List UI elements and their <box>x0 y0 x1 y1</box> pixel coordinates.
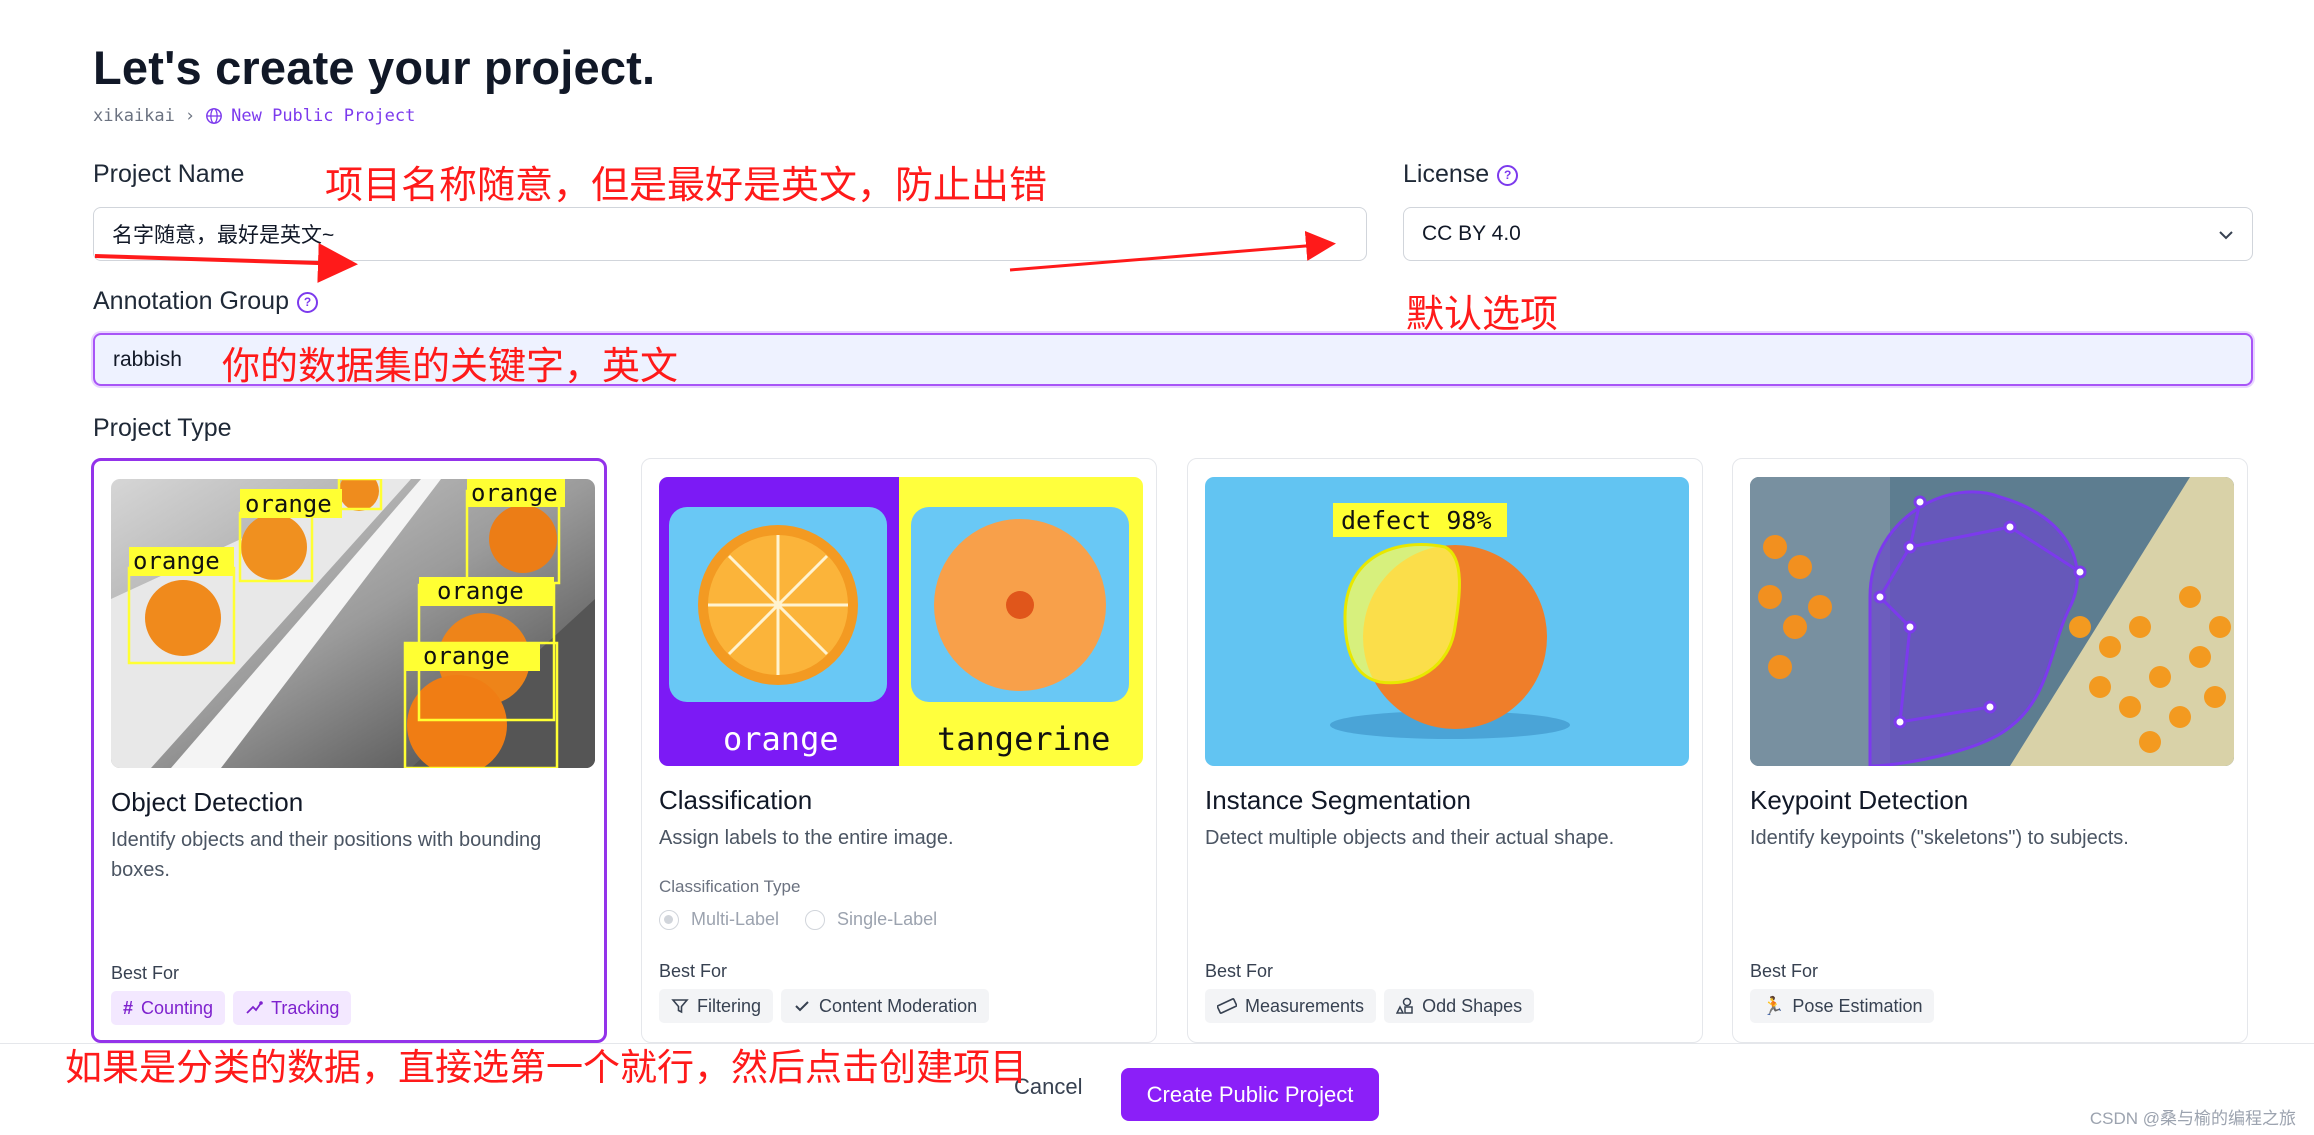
annotation-arrows <box>94 230 1336 283</box>
watermark: CSDN @桑与榆的编程之旅 <box>2089 1109 2296 1128</box>
